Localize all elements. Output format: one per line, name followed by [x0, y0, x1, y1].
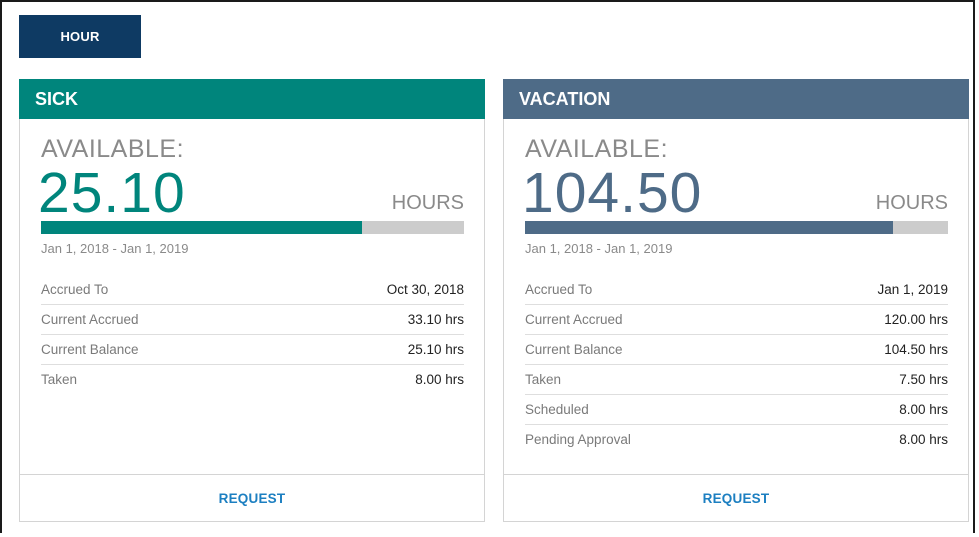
date-range: Jan 1, 2018 - Jan 1, 2019: [525, 241, 673, 256]
row-label: Taken: [41, 372, 78, 387]
request-button[interactable]: REQUEST: [219, 491, 286, 506]
card-title: SICK: [35, 88, 79, 109]
row-value: 104.50 hrs: [884, 342, 948, 357]
row-label: Accrued To: [525, 282, 593, 297]
hour-button[interactable]: HOUR: [19, 15, 141, 58]
row-value: 33.10 hrs: [407, 312, 464, 327]
detail-rows: Accrued To Oct 30, 2018 Current Accrued …: [41, 275, 464, 394]
detail-row-accrued-to: Accrued To Oct 30, 2018: [41, 275, 464, 305]
card-footer: REQUEST: [504, 474, 968, 521]
row-label: Taken: [525, 372, 562, 387]
row-label: Accrued To: [41, 282, 109, 297]
row-value: 7.50 hrs: [899, 372, 948, 387]
row-label: Current Balance: [41, 342, 139, 357]
row-value: Jan 1, 2019: [877, 282, 948, 297]
balance-progress-bar: [41, 221, 464, 234]
sick-card: SICK AVAILABLE: 25.10 HOURS Jan 1, 2018 …: [19, 79, 485, 522]
card-header: VACATION: [503, 79, 969, 119]
detail-row-current-accrued: Current Accrued 33.10 hrs: [41, 305, 464, 335]
hours-unit-label: HOURS: [875, 192, 948, 214]
progress-fill: [41, 221, 363, 234]
row-label: Current Accrued: [41, 312, 139, 327]
available-value: 25.10: [38, 161, 186, 225]
detail-row-current-balance: Current Balance 104.50 hrs: [525, 335, 948, 365]
detail-row-scheduled: Scheduled 8.00 hrs: [525, 395, 948, 425]
available-value: 104.50: [522, 161, 703, 225]
detail-row-accrued-to: Accrued To Jan 1, 2019: [525, 275, 948, 305]
balance-progress-bar: [525, 221, 948, 234]
row-value: 8.00 hrs: [899, 432, 948, 447]
card-footer: REQUEST: [20, 474, 484, 521]
row-value: 8.00 hrs: [415, 372, 464, 387]
hours-unit-label: HOURS: [391, 192, 464, 214]
row-label: Current Balance: [525, 342, 623, 357]
detail-row-taken: Taken 7.50 hrs: [525, 365, 948, 395]
card-header: SICK: [19, 79, 485, 119]
available-label: AVAILABLE:: [41, 135, 185, 163]
detail-row-current-balance: Current Balance 25.10 hrs: [41, 335, 464, 365]
date-range: Jan 1, 2018 - Jan 1, 2019: [41, 241, 189, 256]
available-label: AVAILABLE:: [525, 135, 669, 163]
vacation-card: VACATION AVAILABLE: 104.50 HOURS Jan 1, …: [503, 79, 969, 522]
detail-rows: Accrued To Jan 1, 2019 Current Accrued 1…: [525, 275, 948, 454]
detail-row-pending-approval: Pending Approval 8.00 hrs: [525, 425, 948, 454]
row-value: 8.00 hrs: [899, 402, 948, 417]
progress-fill: [525, 221, 893, 234]
row-value: Oct 30, 2018: [386, 282, 464, 297]
row-label: Scheduled: [525, 402, 589, 417]
row-label: Pending Approval: [525, 432, 631, 447]
detail-row-taken: Taken 8.00 hrs: [41, 365, 464, 394]
card-title: VACATION: [519, 88, 611, 109]
row-label: Current Accrued: [525, 312, 623, 327]
row-value: 25.10 hrs: [407, 342, 464, 357]
row-value: 120.00 hrs: [884, 312, 948, 327]
request-button[interactable]: REQUEST: [703, 491, 770, 506]
detail-row-current-accrued: Current Accrued 120.00 hrs: [525, 305, 948, 335]
